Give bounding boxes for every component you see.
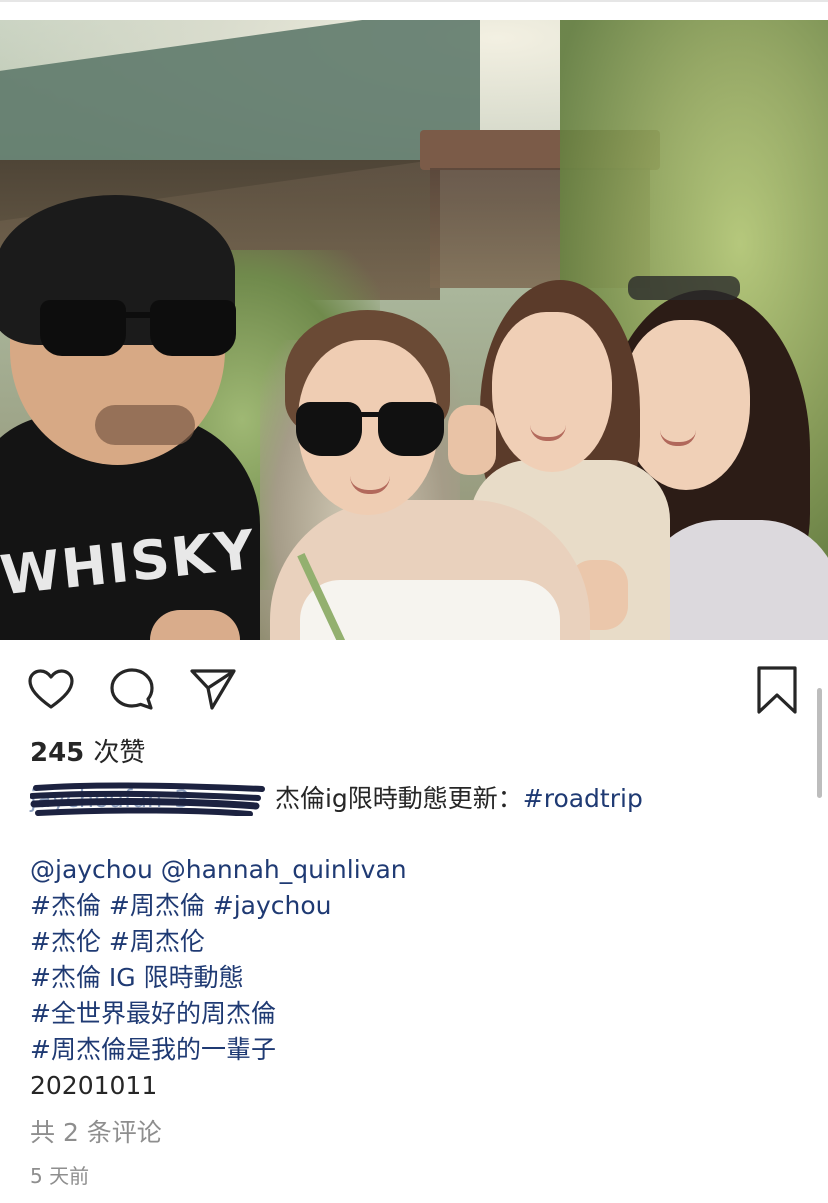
person-1-beard xyxy=(95,405,195,445)
paper-plane-icon[interactable] xyxy=(188,666,238,712)
scrollbar[interactable] xyxy=(817,688,822,798)
mentions-line[interactable]: @jaychou @hannah_quinlivan xyxy=(30,852,407,888)
post-photo[interactable]: WHISKY xyxy=(0,20,828,640)
person-4-face xyxy=(622,320,750,490)
redaction-scribble xyxy=(30,782,265,816)
author-username-redacted[interactable]: jaychoufan_3 xyxy=(30,782,267,816)
heart-icon[interactable] xyxy=(27,668,75,710)
person-4-sunglasses xyxy=(628,276,740,300)
likes-count[interactable]: 245 次赞 xyxy=(30,736,145,770)
post-timestamp: 5 天前 xyxy=(30,1164,90,1188)
person-1-hand xyxy=(150,610,240,640)
hashtag-line[interactable]: #杰倫 #周杰倫 #jaychou xyxy=(30,888,407,924)
bookmark-icon[interactable] xyxy=(755,664,799,716)
hashtag-line[interactable]: #杰倫 IG 限時動態 xyxy=(30,960,407,996)
likes-suffix: 次赞 xyxy=(93,738,146,768)
caption-body: @jaychou @hannah_quinlivan #杰倫 #周杰倫 #jay… xyxy=(30,852,407,1104)
person-3-hand xyxy=(448,405,496,475)
hashtag-roadtrip[interactable]: #roadtrip xyxy=(523,784,643,813)
hashtag-line[interactable]: #周杰倫是我的一輩子 xyxy=(30,1032,407,1068)
comment-bubble-icon[interactable] xyxy=(108,666,156,712)
caption-text: 杰倫ig限時動態更新： xyxy=(267,784,523,813)
hashtag-line[interactable]: #杰伦 #周杰伦 xyxy=(30,924,407,960)
person-3-face xyxy=(492,312,612,472)
likes-number: 245 xyxy=(30,738,85,768)
person-2-sunglasses xyxy=(296,402,446,458)
person-1-sunglasses xyxy=(40,300,240,356)
top-divider xyxy=(0,0,828,2)
view-comments-link[interactable]: 共 2 条评论 xyxy=(30,1116,162,1150)
post-action-bar xyxy=(0,640,828,730)
date-line: 20201011 xyxy=(30,1071,158,1100)
caption: jaychoufan_3 杰倫ig限時動態更新：#roadtrip xyxy=(30,782,643,816)
hashtag-line[interactable]: #全世界最好的周杰倫 xyxy=(30,996,407,1032)
